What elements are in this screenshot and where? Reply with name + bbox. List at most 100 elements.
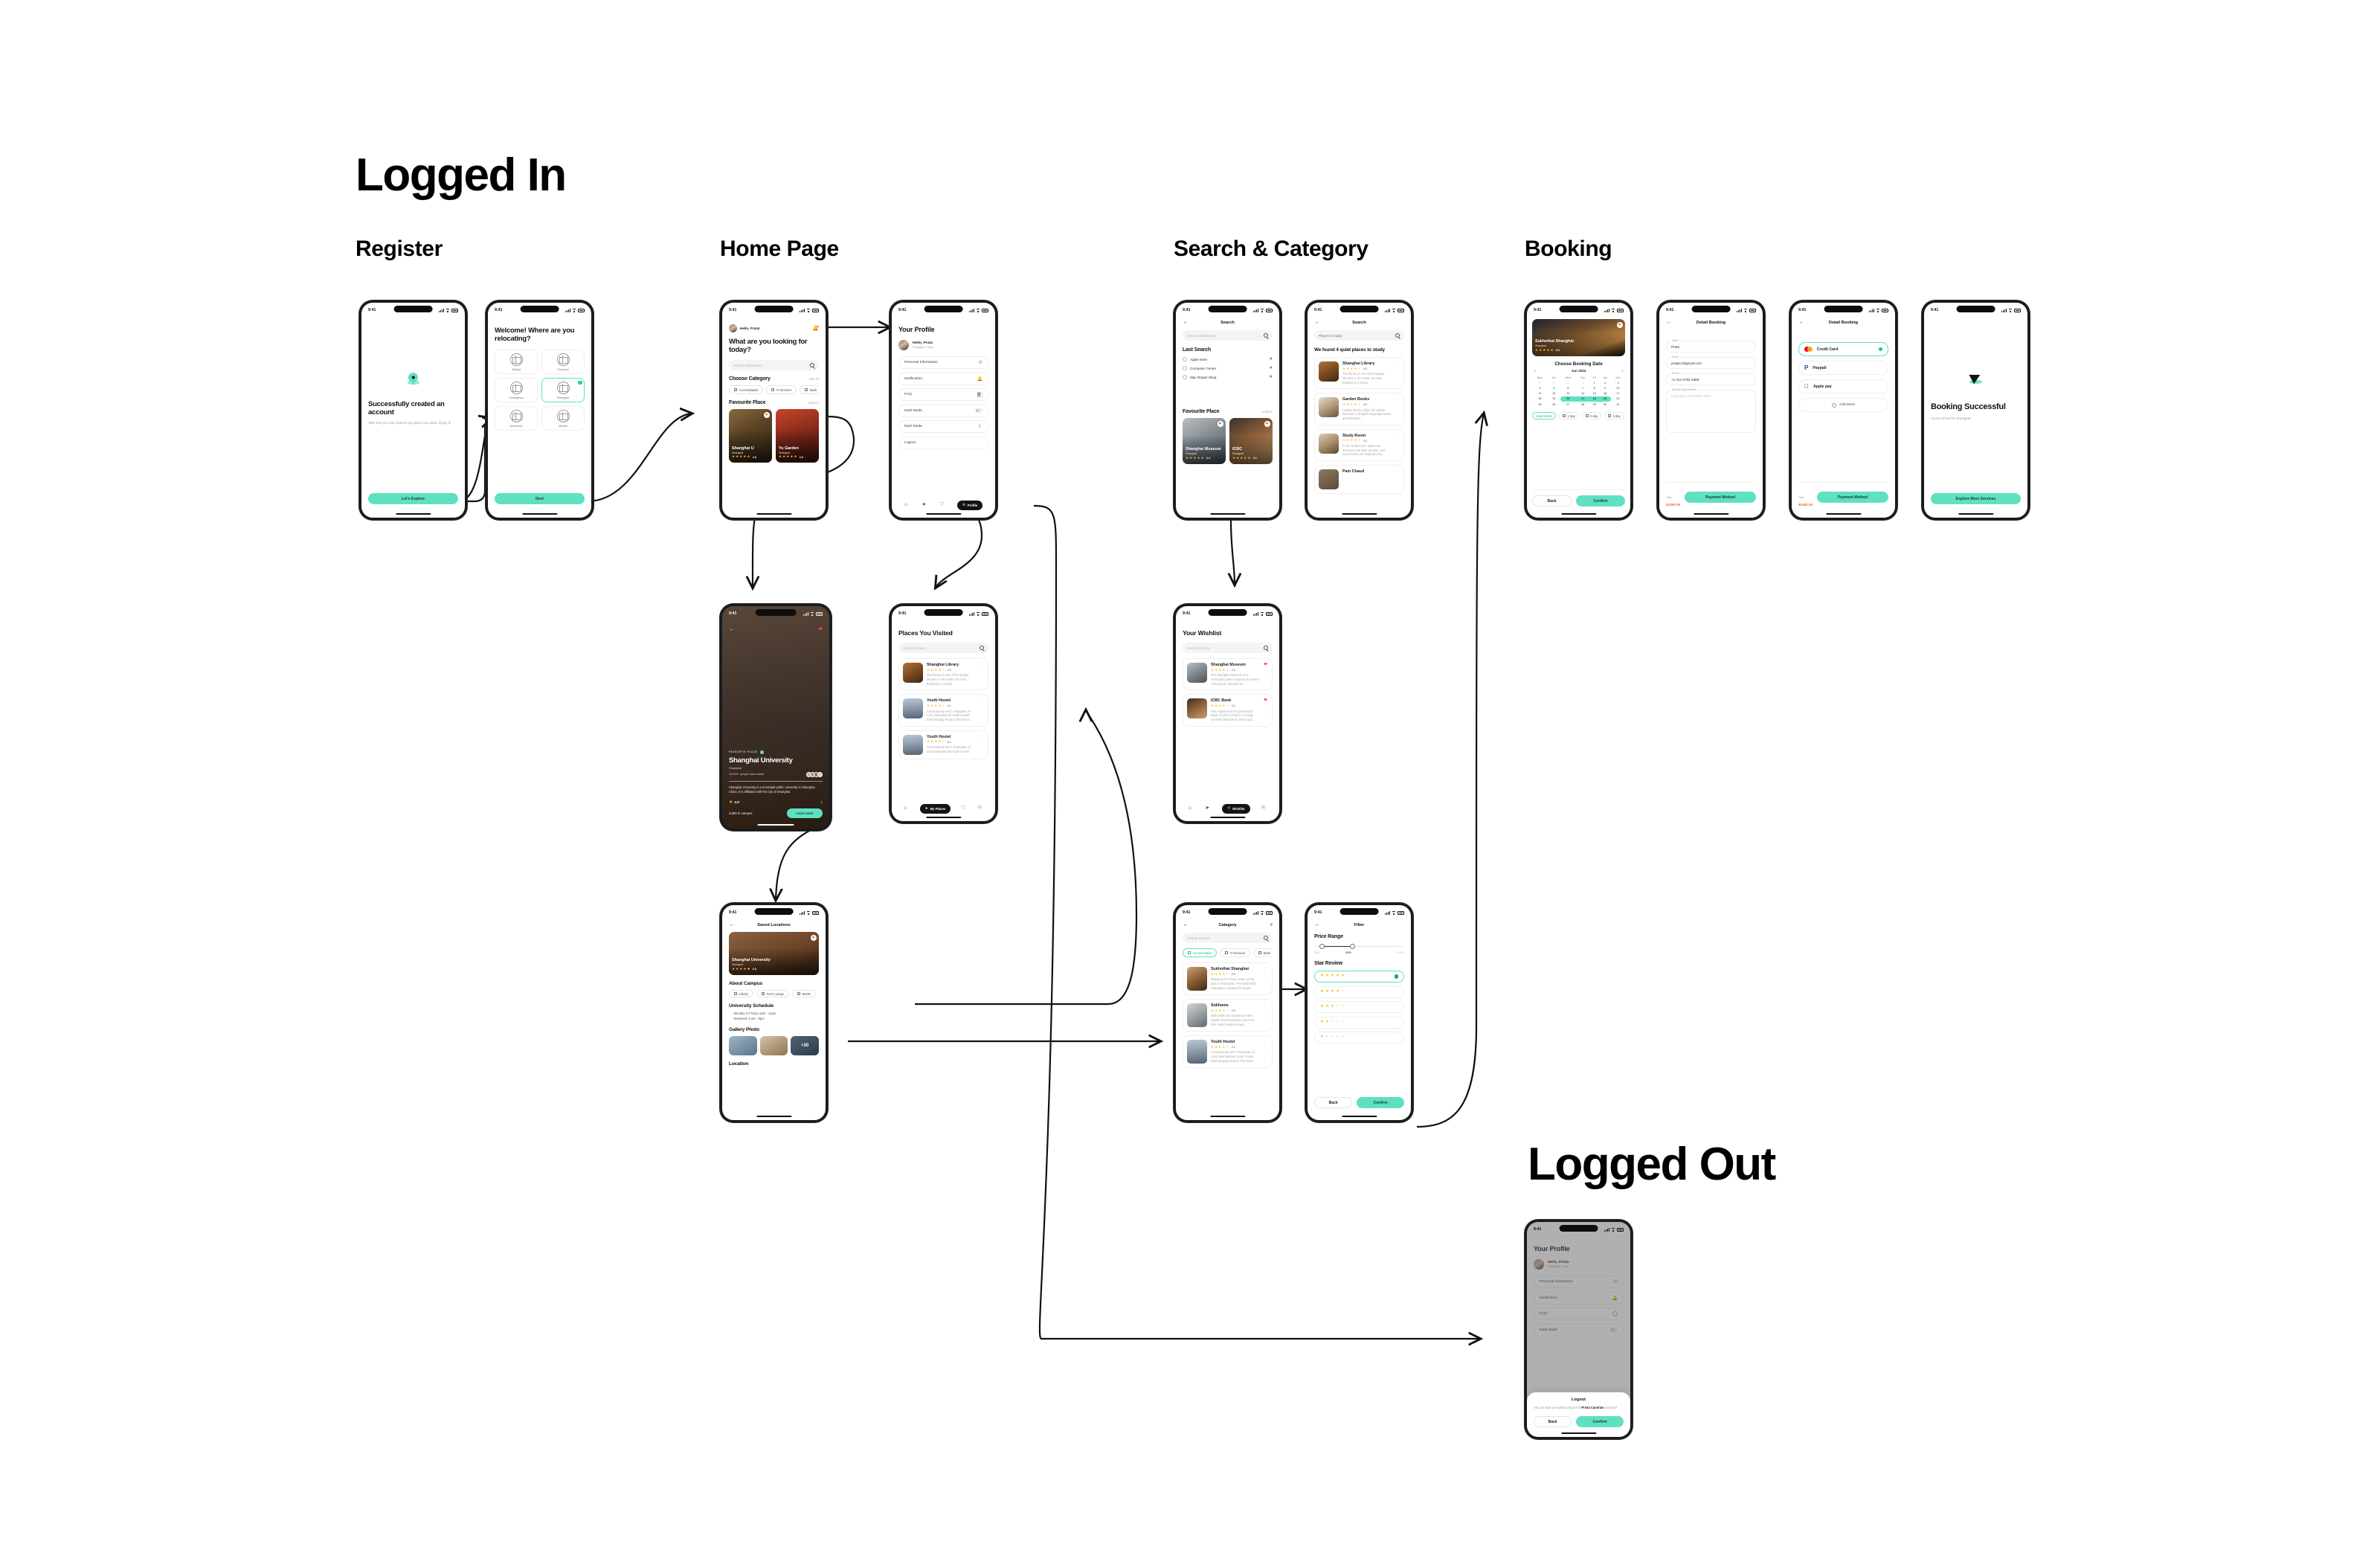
back-button[interactable]: Back xyxy=(1314,1097,1353,1108)
place-hero-card[interactable]: ❤ Shanghai University Shanghai ★★★★★4.8 xyxy=(729,932,819,975)
calendar-day[interactable]: 10 xyxy=(1611,385,1625,390)
duration-chip-1-day[interactable]: 1 day xyxy=(1559,412,1579,420)
search-input[interactable]: Search service xyxy=(898,643,988,653)
gallery-photo[interactable] xyxy=(759,1036,788,1056)
calendar-day[interactable]: 31 xyxy=(1611,402,1625,407)
calendar-day[interactable]: 18 xyxy=(1532,396,1548,402)
search-input[interactable]: Search destination xyxy=(1183,330,1273,341)
notification-bell-icon[interactable]: 🔔 xyxy=(812,326,819,331)
list-item[interactable]: Shanghai Library ★ ★ ★ ★ ★ 4.9 The library is… xyxy=(898,658,988,691)
menu-item-personal-information[interactable]: Personal Information ☉ xyxy=(898,356,988,369)
explore-link[interactable]: Explore xyxy=(1262,410,1273,414)
amenity-chip-library[interactable]: Library xyxy=(729,990,754,997)
calendar-day[interactable]: 1 xyxy=(1589,380,1599,385)
confirm-button[interactable]: Confirm xyxy=(1575,495,1625,506)
list-item[interactable]: ICBC Bank ★ ★ ★ ★ ★ 4.1 The Industrial and Co… xyxy=(1183,694,1273,727)
next-button[interactable]: Next xyxy=(495,493,585,504)
filter-icon[interactable]: ≡ xyxy=(1270,923,1273,927)
category-chip-accomodation[interactable]: Accomodation xyxy=(1183,948,1218,957)
payment-option-paypall[interactable]: P Paypall xyxy=(1798,361,1888,375)
calendar-day[interactable]: 4 xyxy=(1532,385,1548,390)
search-input[interactable]: Search destination xyxy=(729,360,819,371)
star-filter-2[interactable]: ★ ★ ★ ★ ★ xyxy=(1314,1016,1404,1029)
back-button[interactable]: Back xyxy=(1532,495,1572,506)
back-button[interactable]: ← xyxy=(1314,320,1320,326)
tab-compass-icon[interactable]: ➤ xyxy=(1205,805,1211,811)
gallery-photo-more[interactable]: +20 xyxy=(791,1036,820,1056)
calendar-day[interactable]: 11 xyxy=(1532,391,1548,396)
heart-icon[interactable]: ♡ xyxy=(1264,967,1268,971)
heart-icon[interactable]: ❤ xyxy=(1264,698,1268,703)
calendar-day[interactable]: 9 xyxy=(1599,385,1611,390)
calendar-day[interactable]: 3 xyxy=(1611,380,1625,385)
heart-icon[interactable]: ❤ xyxy=(818,626,823,632)
calendar-day[interactable]: 30 xyxy=(1599,402,1611,407)
list-item[interactable]: Youth Hostel ★ ★ ★ ★ ★ 4.1 Conveniently set i… xyxy=(898,694,988,727)
calendar-day[interactable]: 29 xyxy=(1560,380,1576,385)
list-item[interactable]: Shanghai Museum ★ ★ ★ ★ ★ 4.4 The Shanghai Mu… xyxy=(1183,658,1273,691)
heart-icon[interactable]: ♡ xyxy=(1395,397,1400,402)
table-row[interactable]: Youth Hostel ★ ★ ★ ★ ★ 4.1 Conveniently set i… xyxy=(1183,1035,1273,1068)
calendar-day[interactable]: 28 xyxy=(1548,380,1560,385)
duration-chip-2-day[interactable]: 2 day xyxy=(1581,412,1602,420)
booking-hero-card[interactable]: ❤ Sukhothai Shanghai Shanghai ★★★★★4.9 xyxy=(1532,319,1625,356)
search-input[interactable]: Search service xyxy=(1183,933,1273,943)
category-chip-accomodation[interactable]: Accomodation xyxy=(729,385,764,395)
star-filter-1[interactable]: ★ ★ ★ ★ ★ xyxy=(1314,1032,1404,1043)
see-all-link[interactable]: See All xyxy=(809,377,819,382)
tab-wishlist-icon[interactable]: ♡ xyxy=(961,805,967,811)
heart-icon[interactable]: ♡ xyxy=(1264,1003,1268,1008)
calendar-day[interactable]: 15 xyxy=(1589,391,1599,396)
city-option-wuhan[interactable]: Wuhan xyxy=(541,406,585,431)
amenity-chip-tech-lounge[interactable]: Tech Lounge xyxy=(756,990,789,997)
calendar-day[interactable]: 17 xyxy=(1611,391,1625,396)
name-field[interactable]: Name Prata xyxy=(1666,339,1756,353)
phone-field[interactable]: Phone +1 214 0762 4389 xyxy=(1666,372,1756,385)
add-more-button[interactable]: + Add More xyxy=(1798,398,1888,412)
confirm-button[interactable]: Confirm xyxy=(1576,1416,1624,1427)
back-button[interactable]: ← xyxy=(1183,922,1189,928)
back-button[interactable]: ← xyxy=(1798,320,1804,326)
calendar-next-button[interactable]: › xyxy=(1621,369,1623,373)
back-button[interactable]: Back xyxy=(1534,1416,1572,1427)
calendar-day-selected[interactable]: 22 xyxy=(1589,396,1600,402)
heart-icon[interactable]: ♡ xyxy=(1395,434,1400,438)
calendar-day[interactable]: 29 xyxy=(1589,402,1599,407)
calendar-day-selected[interactable]: 20 xyxy=(1560,396,1576,402)
category-chip-it-services[interactable]: IT Services xyxy=(766,385,797,395)
table-row[interactable]: Study Room ★ ★ ★ ★ ★ 4.3 In the small room, t… xyxy=(1314,428,1404,462)
back-button[interactable]: ← xyxy=(1314,922,1320,928)
calendar-day[interactable]: 12 xyxy=(1548,391,1560,396)
amenity-chip-banks[interactable]: Banks xyxy=(791,990,816,997)
back-button[interactable]: ← xyxy=(1666,320,1672,326)
close-icon[interactable]: ✕ xyxy=(1269,375,1273,379)
calendar-day[interactable]: 19 xyxy=(1548,396,1560,402)
tab-compass-icon[interactable]: ➤ xyxy=(922,502,928,508)
star-filter-5[interactable]: ★ ★ ★ ★ ★ xyxy=(1314,971,1404,982)
payment-method-button[interactable]: Payment Method xyxy=(1817,492,1888,504)
close-icon[interactable]: ✕ xyxy=(1269,366,1273,370)
search-input[interactable]: Places to study xyxy=(1314,330,1404,341)
close-icon[interactable]: ✕ xyxy=(1269,357,1273,361)
city-option-guangzhou[interactable]: Guangzhou xyxy=(495,378,538,403)
explore-more-services-button[interactable]: Explore More Services xyxy=(1931,493,2021,504)
search-input[interactable]: Search service xyxy=(1183,643,1273,653)
tab-my-places[interactable]: ➤ My Places xyxy=(919,803,951,814)
slider-knob-max[interactable] xyxy=(1350,944,1356,949)
star-filter-4[interactable]: ★ ★ ★ ★ ★ xyxy=(1314,985,1404,998)
gallery-photo[interactable] xyxy=(729,1036,757,1056)
back-button[interactable]: ← xyxy=(1183,320,1189,326)
recent-search-item[interactable]: Apple store ✕ xyxy=(1183,357,1273,361)
calendar-day[interactable]: 27 xyxy=(1532,380,1548,385)
menu-item-faq[interactable]: FAQ 星; xyxy=(898,388,988,401)
price-range-slider[interactable] xyxy=(1314,943,1404,950)
favourite-card-yu-garden[interactable]: Yu Garden Shanghai ★ ★ ★ ★ ★ 4.5 xyxy=(776,409,819,463)
recent-search-item[interactable]: Mac Repair Shop ✕ xyxy=(1183,375,1273,379)
tab-profile-icon[interactable]: ☉ xyxy=(977,805,983,811)
recent-search-item[interactable]: Computer Center ✕ xyxy=(1183,366,1273,370)
city-option-shanghai[interactable]: ✓ Shanghai xyxy=(541,378,585,403)
city-option-beijing[interactable]: Beijing xyxy=(495,350,538,375)
heart-icon[interactable]: ❤ xyxy=(1264,663,1268,667)
calendar-day[interactable]: 5 xyxy=(1548,385,1560,390)
city-option-chengdu[interactable]: Chengdu xyxy=(541,350,585,375)
